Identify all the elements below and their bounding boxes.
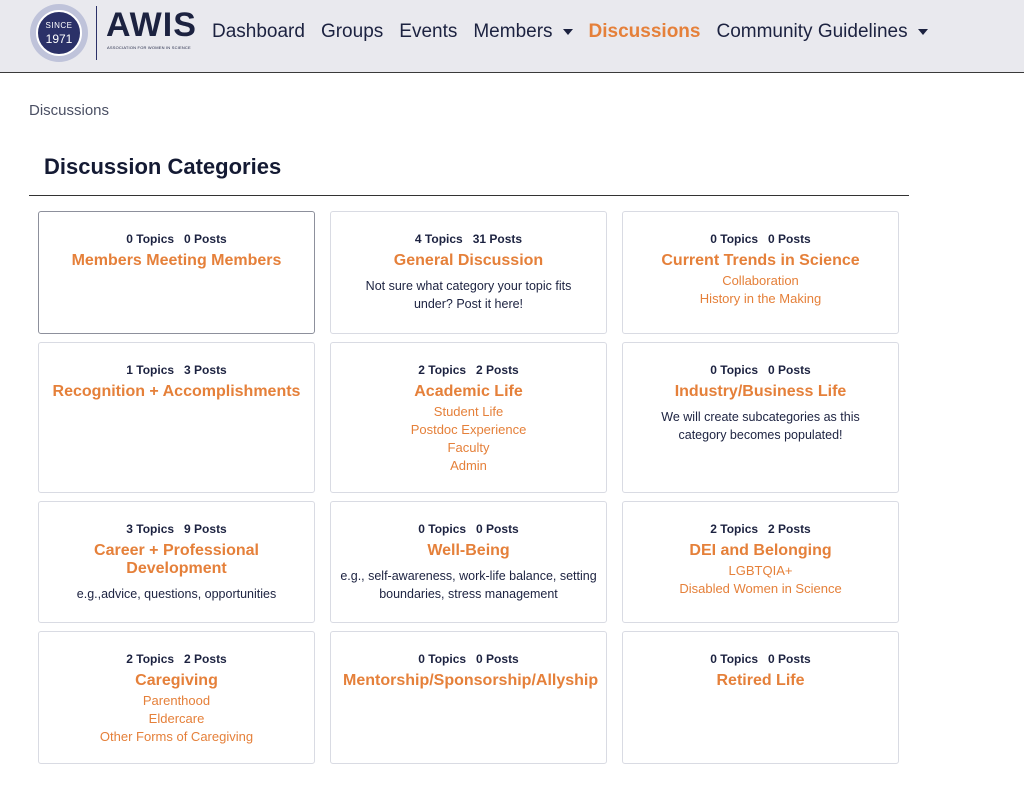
nav-events[interactable]: Events: [399, 21, 457, 43]
category-title[interactable]: Industry/Business Life: [635, 383, 886, 401]
posts-count: 31 Posts: [472, 232, 523, 246]
category-card-industry-business-life[interactable]: 0 Topics 0 Posts Industry/Business Life W…: [622, 342, 899, 493]
chevron-down-icon: [917, 29, 928, 35]
nav-members-label: Members: [473, 21, 553, 42]
category-card-dei-and-belonging[interactable]: 2 Topics 2 Posts DEI and Belonging LGBTQI…: [622, 501, 899, 623]
top-navigation-bar: SINCE 1971 AWIS ASSOCIATION FOR WOMEN IN…: [0, 0, 1024, 73]
category-description: e.g., self-awareness, work-life balance,…: [340, 569, 597, 601]
category-title[interactable]: Members Meeting Members: [51, 252, 302, 270]
logo-wordmark: AWIS: [106, 6, 197, 44]
topics-count: 0 Topics: [418, 522, 467, 536]
category-description: Not sure what category your topic fits u…: [365, 279, 572, 311]
topics-count: 2 Topics: [126, 652, 175, 666]
nav-discussions[interactable]: Discussions: [589, 21, 701, 43]
logo-divider: [96, 6, 97, 60]
chevron-down-icon: [562, 29, 573, 35]
category-title[interactable]: Current Trends in Science: [635, 252, 886, 270]
category-description: We will create subcategories as this cat…: [661, 410, 860, 442]
category-title[interactable]: General Discussion: [343, 252, 594, 270]
category-card-members-meeting-members[interactable]: 0 Topics 0 Posts Members Meeting Members: [38, 211, 315, 334]
topics-count: 3 Topics: [126, 522, 175, 536]
subcategory-link[interactable]: LGBTQIA+: [623, 562, 898, 580]
category-title[interactable]: Retired Life: [635, 672, 886, 690]
since-1971-seal: SINCE 1971: [30, 4, 88, 62]
topics-count: 1 Topics: [126, 363, 175, 377]
seal-since-text: SINCE: [45, 21, 73, 30]
category-card-academic-life[interactable]: 2 Topics 2 Posts Academic Life Student Li…: [330, 342, 607, 493]
category-card-general-discussion[interactable]: 4 Topics 31 Posts General Discussion Not …: [330, 211, 607, 334]
category-card-current-trends-in-science[interactable]: 0 Topics 0 Posts Current Trends in Scienc…: [622, 211, 899, 334]
category-card-career-professional-development[interactable]: 3 Topics 9 Posts Career + Professional De…: [38, 501, 315, 623]
posts-count: 0 Posts: [768, 652, 811, 666]
main-nav: Dashboard Groups Events Members Discussi…: [212, 18, 944, 46]
nav-dashboard[interactable]: Dashboard: [212, 21, 305, 43]
category-title[interactable]: DEI and Belonging: [635, 542, 886, 560]
topics-count: 0 Topics: [710, 652, 759, 666]
seal-year-text: 1971: [45, 32, 73, 46]
awis-logo[interactable]: SINCE 1971 AWIS ASSOCIATION FOR WOMEN IN…: [30, 4, 200, 62]
category-card-recognition-accomplishments[interactable]: 1 Topics 3 Posts Recognition + Accomplish…: [38, 342, 315, 493]
topics-count: 0 Topics: [418, 652, 467, 666]
title-divider: [29, 195, 909, 196]
subcategory-link[interactable]: Faculty: [331, 439, 606, 457]
category-card-retired-life[interactable]: 0 Topics 0 Posts Retired Life: [622, 631, 899, 764]
nav-groups[interactable]: Groups: [321, 21, 383, 43]
nav-members[interactable]: Members: [473, 21, 573, 43]
subcategory-link[interactable]: Other Forms of Caregiving: [39, 728, 314, 746]
subcategory-link[interactable]: Postdoc Experience: [331, 421, 606, 439]
posts-count: 2 Posts: [476, 363, 519, 377]
nav-community-guidelines-label: Community Guidelines: [716, 21, 908, 42]
posts-count: 0 Posts: [476, 522, 519, 536]
subcategory-link[interactable]: History in the Making: [623, 290, 898, 308]
subcategory-link[interactable]: Collaboration: [623, 272, 898, 290]
topics-count: 2 Topics: [418, 363, 467, 377]
posts-count: 9 Posts: [184, 522, 227, 536]
category-card-mentorship-sponsorship-allyship[interactable]: 0 Topics 0 Posts Mentorship/Sponsorship/A…: [330, 631, 607, 764]
topics-count: 2 Topics: [710, 522, 759, 536]
subcategory-link[interactable]: Parenthood: [39, 692, 314, 710]
posts-count: 2 Posts: [768, 522, 811, 536]
subcategory-link[interactable]: Admin: [331, 457, 606, 475]
posts-count: 3 Posts: [184, 363, 227, 377]
category-title[interactable]: Caregiving: [51, 672, 302, 690]
subcategory-link[interactable]: Disabled Women in Science: [623, 580, 898, 598]
category-card-caregiving[interactable]: 2 Topics 2 Posts Caregiving Parenthood El…: [38, 631, 315, 764]
breadcrumb: Discussions: [29, 102, 110, 119]
category-description: e.g.,advice, questions, opportunities: [76, 587, 277, 601]
topics-count: 0 Topics: [710, 232, 759, 246]
category-title[interactable]: Recognition + Accomplishments: [51, 383, 302, 401]
page-title: Discussion Categories: [44, 154, 282, 179]
logo-tagline: ASSOCIATION FOR WOMEN IN SCIENCE: [107, 45, 191, 50]
posts-count: 0 Posts: [476, 652, 519, 666]
nav-community-guidelines[interactable]: Community Guidelines: [716, 21, 928, 43]
category-card-well-being[interactable]: 0 Topics 0 Posts Well-Being e.g., self-aw…: [330, 501, 607, 623]
subcategory-link[interactable]: Eldercare: [39, 710, 314, 728]
category-title[interactable]: Well-Being: [343, 542, 594, 560]
subcategory-link[interactable]: Student Life: [331, 403, 606, 421]
category-title[interactable]: Academic Life: [343, 383, 594, 401]
topics-count: 0 Topics: [126, 232, 175, 246]
category-title[interactable]: Mentorship/Sponsorship/Allyship: [343, 672, 598, 690]
posts-count: 0 Posts: [184, 232, 227, 246]
topics-count: 0 Topics: [710, 363, 759, 377]
posts-count: 0 Posts: [768, 232, 811, 246]
category-title[interactable]: Career + Professional Development: [79, 542, 274, 578]
topics-count: 4 Topics: [414, 232, 463, 246]
posts-count: 2 Posts: [184, 652, 227, 666]
posts-count: 0 Posts: [768, 363, 811, 377]
